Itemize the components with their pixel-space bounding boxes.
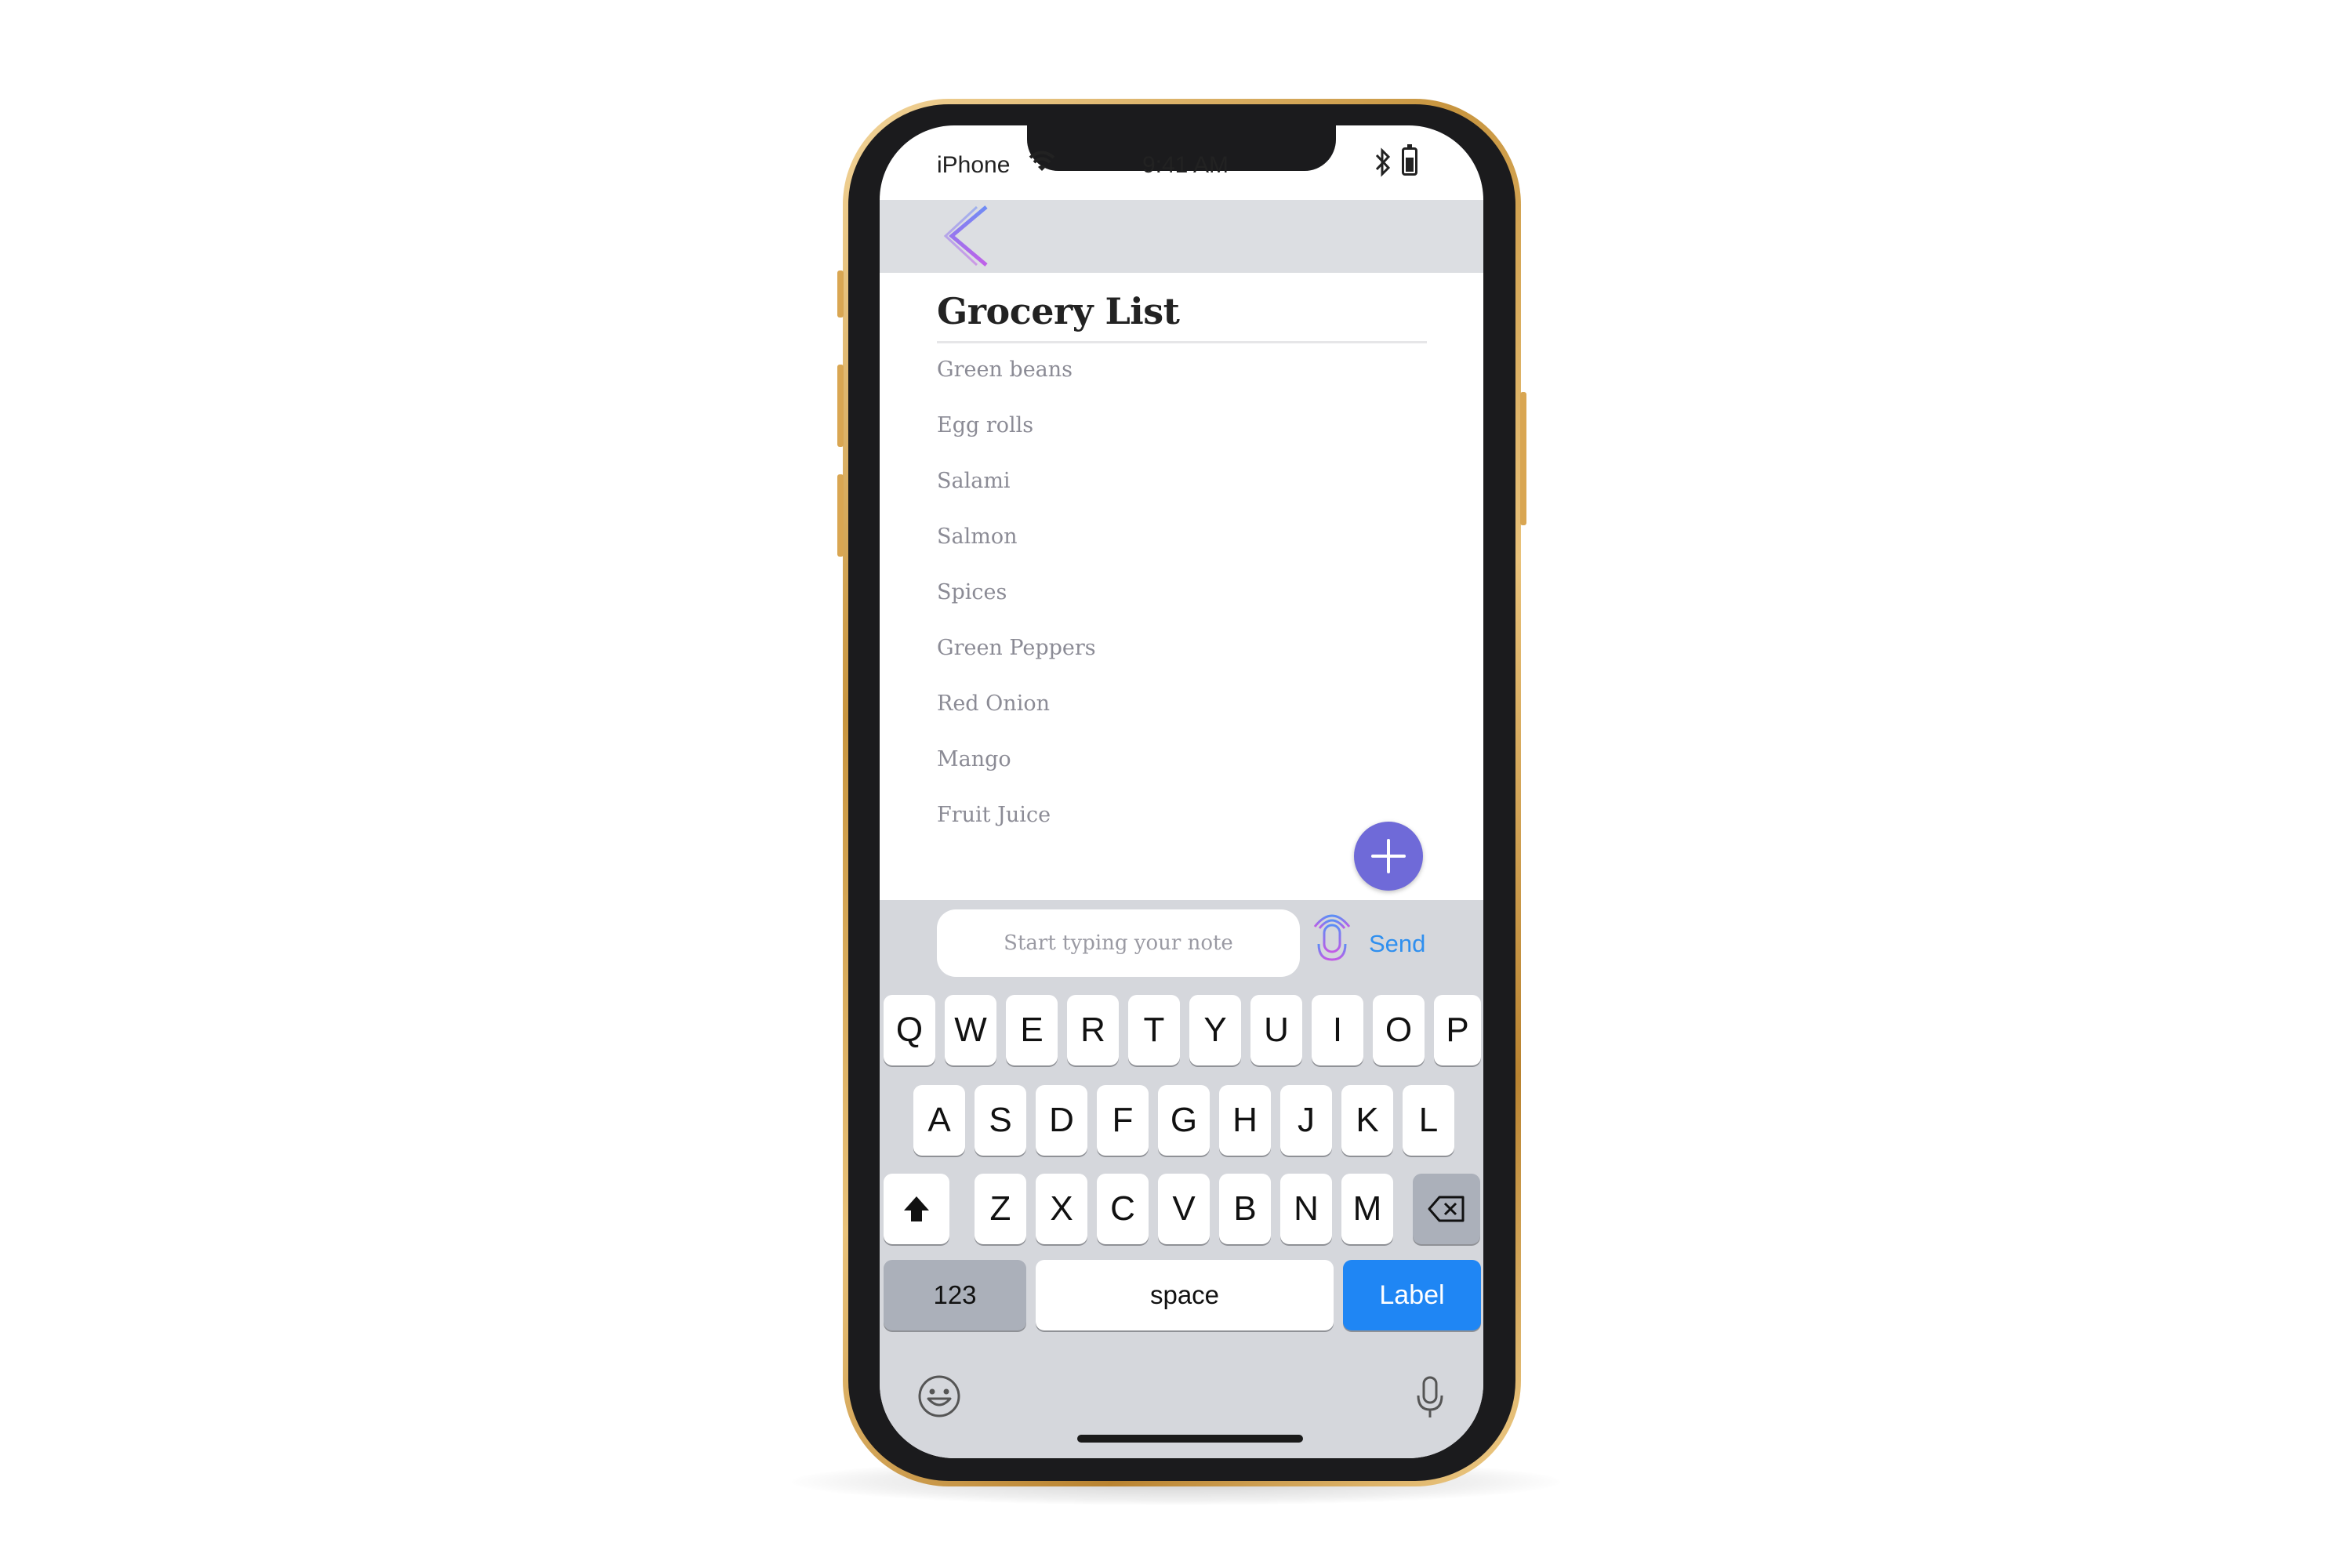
- list-item[interactable]: Green Peppers: [937, 636, 1096, 691]
- key-t[interactable]: T: [1128, 995, 1180, 1065]
- list-item[interactable]: Mango: [937, 747, 1096, 803]
- return-key[interactable]: Label: [1343, 1260, 1481, 1330]
- grocery-items-list: Green beans Egg rolls Salami Salmon Spic…: [937, 358, 1096, 858]
- carrier-label: iPhone: [937, 152, 1011, 178]
- key-c[interactable]: C: [1097, 1174, 1149, 1244]
- list-item[interactable]: Fruit Juice: [937, 803, 1096, 858]
- key-q[interactable]: Q: [884, 995, 935, 1065]
- key-m[interactable]: M: [1341, 1174, 1393, 1244]
- key-s[interactable]: S: [975, 1085, 1026, 1156]
- emoji-icon[interactable]: [916, 1374, 962, 1419]
- key-f[interactable]: F: [1097, 1085, 1149, 1156]
- key-d[interactable]: D: [1036, 1085, 1087, 1156]
- shift-key[interactable]: [884, 1174, 949, 1244]
- volume-up-button: [837, 365, 844, 447]
- clock-label: 9:41 AM: [1142, 152, 1229, 178]
- key-v[interactable]: V: [1158, 1174, 1210, 1244]
- delete-key[interactable]: [1413, 1174, 1480, 1244]
- title-divider: [937, 341, 1427, 343]
- key-y[interactable]: Y: [1189, 995, 1241, 1065]
- key-x[interactable]: X: [1036, 1174, 1087, 1244]
- key-a[interactable]: A: [913, 1085, 965, 1156]
- key-k[interactable]: K: [1341, 1085, 1393, 1156]
- key-b[interactable]: B: [1219, 1174, 1271, 1244]
- note-title[interactable]: Grocery List: [937, 290, 1180, 332]
- key-r[interactable]: R: [1067, 995, 1119, 1065]
- list-item[interactable]: Salami: [937, 469, 1096, 524]
- list-item[interactable]: Spices: [937, 580, 1096, 636]
- chevron-left-icon[interactable]: [941, 204, 996, 268]
- shift-arrow-icon: [904, 1196, 929, 1221]
- note-input[interactable]: [937, 909, 1300, 977]
- battery-icon: [1402, 144, 1417, 176]
- key-u[interactable]: U: [1250, 995, 1302, 1065]
- silent-switch: [837, 270, 844, 318]
- home-indicator: [1077, 1435, 1303, 1443]
- key-z[interactable]: Z: [975, 1174, 1026, 1244]
- volume-down-button: [837, 474, 844, 557]
- space-key[interactable]: space: [1036, 1260, 1334, 1330]
- list-item[interactable]: Salmon: [937, 524, 1096, 580]
- bluetooth-icon: [1375, 147, 1391, 177]
- key-p[interactable]: P: [1434, 995, 1481, 1065]
- list-item[interactable]: Egg rolls: [937, 413, 1096, 469]
- key-l[interactable]: L: [1403, 1085, 1454, 1156]
- key-w[interactable]: W: [945, 995, 996, 1065]
- list-item[interactable]: Red Onion: [937, 691, 1096, 747]
- list-item[interactable]: Green beans: [937, 358, 1096, 413]
- key-j[interactable]: J: [1280, 1085, 1332, 1156]
- microphone-icon[interactable]: [1307, 908, 1357, 974]
- wifi-icon: [1029, 151, 1055, 171]
- dictation-mic-icon[interactable]: [1414, 1375, 1446, 1421]
- add-item-button[interactable]: [1354, 822, 1423, 891]
- key-g[interactable]: G: [1158, 1085, 1210, 1156]
- navigation-bar: [880, 200, 1483, 273]
- backspace-icon: [1428, 1196, 1465, 1222]
- send-button[interactable]: Send: [1369, 930, 1425, 958]
- key-e[interactable]: E: [1006, 995, 1058, 1065]
- key-o[interactable]: O: [1373, 995, 1425, 1065]
- key-n[interactable]: N: [1280, 1174, 1332, 1244]
- key-h[interactable]: H: [1219, 1085, 1271, 1156]
- power-button: [1520, 392, 1526, 525]
- numbers-key[interactable]: 123: [884, 1260, 1026, 1330]
- phone-screen: iPhone 9:41 AM Grocery List Green beans …: [880, 125, 1483, 1458]
- key-i[interactable]: I: [1312, 995, 1363, 1065]
